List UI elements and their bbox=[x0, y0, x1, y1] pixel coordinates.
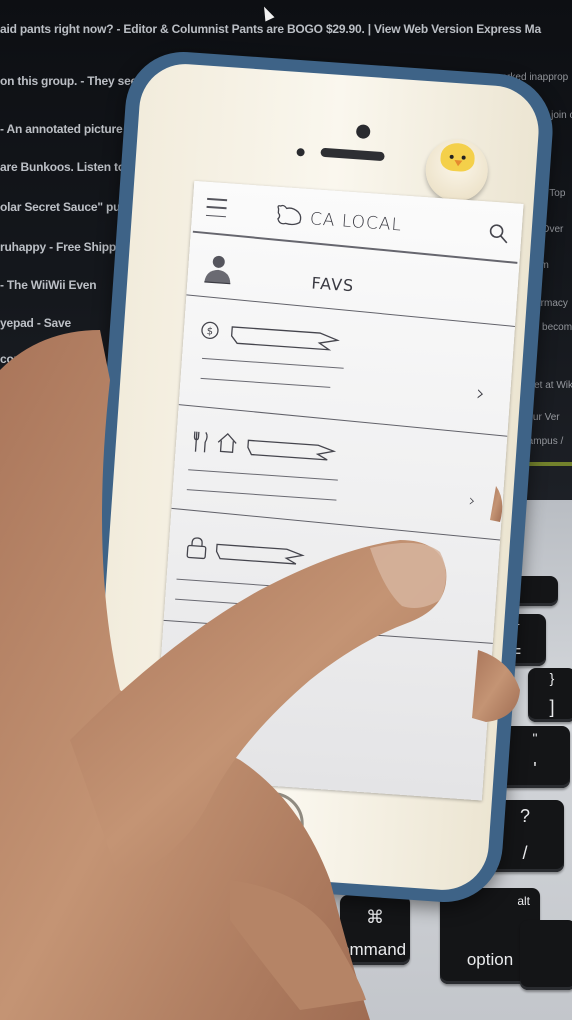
hamburger-menu-icon[interactable] bbox=[205, 197, 228, 218]
title-placeholder-banner bbox=[230, 326, 341, 351]
monitor-text-line: aid pants right now? - Editor & Columnis… bbox=[0, 22, 541, 36]
phone-case: CA LOCAL FAVS $ › › bbox=[71, 48, 557, 906]
header-divider bbox=[192, 230, 518, 264]
monitor-text-line: r Go bbox=[0, 384, 24, 398]
monitor-text-line: yepad - Save bbox=[0, 316, 71, 330]
key-arrow bbox=[520, 920, 572, 990]
monitor-text-line: are Bunkoos. Listen to bbox=[0, 160, 125, 174]
monitor-text-line: - An annotated picture bbox=[0, 122, 123, 136]
paper-prototype-screen: CA LOCAL FAVS $ › › bbox=[152, 180, 524, 801]
monitor-text-line: ruhappy - Free Shipp bbox=[0, 240, 117, 254]
page-heading: FAVS bbox=[310, 273, 355, 296]
bear-logo-icon bbox=[277, 204, 302, 226]
monitor-text-line: compan bbox=[0, 352, 45, 366]
chick-sticker-icon bbox=[423, 137, 490, 204]
home-button[interactable] bbox=[237, 789, 306, 859]
proximity-sensor-icon bbox=[296, 148, 305, 157]
house-icon bbox=[217, 432, 237, 453]
monitor-text-line: olar Secret Sauce" pu bbox=[0, 200, 121, 214]
mouse-cursor-icon bbox=[259, 4, 275, 22]
title-placeholder-banner bbox=[247, 439, 337, 461]
svg-text:$: $ bbox=[206, 326, 213, 337]
monitor-text-line: on this group. - They seem bbox=[0, 74, 148, 88]
coin-icon: $ bbox=[201, 321, 219, 340]
lock-icon bbox=[186, 537, 207, 560]
app-title: CA LOCAL bbox=[309, 209, 403, 236]
chevron-right-icon[interactable]: › bbox=[468, 491, 476, 511]
search-icon[interactable] bbox=[487, 222, 510, 245]
title-placeholder-banner bbox=[215, 543, 305, 565]
key-bracket: } ] bbox=[528, 668, 572, 722]
chevron-right-icon[interactable]: › bbox=[475, 381, 486, 407]
fork-knife-icon bbox=[193, 431, 208, 453]
user-avatar-icon[interactable] bbox=[201, 252, 235, 286]
monitor-text-line: - The WiiWii Even bbox=[0, 278, 97, 292]
key-space-edge bbox=[200, 920, 330, 1020]
key-quote: " ' bbox=[500, 726, 570, 788]
earpiece-speaker bbox=[320, 147, 385, 162]
phone-body: CA LOCAL FAVS $ › › bbox=[86, 61, 542, 893]
front-camera-icon bbox=[355, 124, 371, 140]
